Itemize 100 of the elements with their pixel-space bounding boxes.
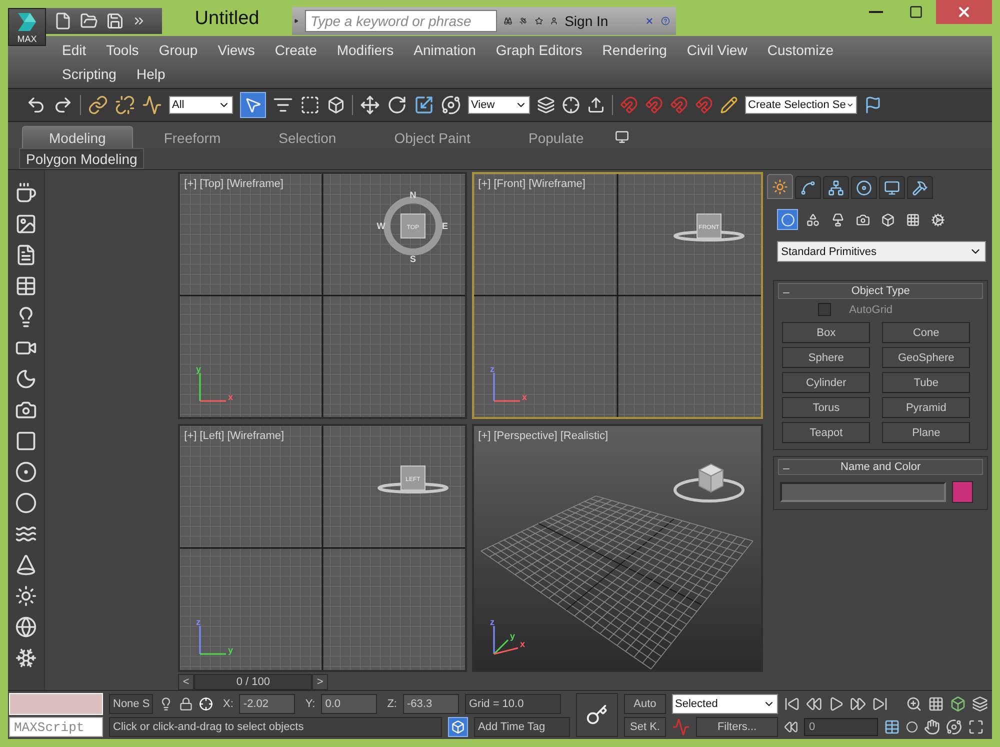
app-menu-button[interactable]: MAX [8,8,46,46]
maximize-viewport-icon[interactable] [968,718,984,734]
menu-item[interactable]: Group [148,40,208,60]
go-to-end-icon[interactable] [872,696,888,712]
menu-item[interactable]: Rendering [592,40,677,60]
menu-item[interactable]: Scripting [52,64,126,84]
close-button[interactable] [936,0,992,24]
scale-icon[interactable] [414,95,434,115]
ribbon-toggle-icon[interactable] [614,130,629,144]
next-frame-icon[interactable] [850,696,866,712]
viewport[interactable]: [+] [Perspective] [Realistic] z y x [472,424,764,672]
sun-icon[interactable] [14,585,37,607]
ribbon-tab[interactable]: Object Paint [367,126,498,148]
new-file-icon[interactable] [54,12,72,30]
viewport-label[interactable]: [+] [Top] [Wireframe] [184,178,284,190]
panel-tab[interactable] [851,176,878,199]
snowflake-icon[interactable] [14,647,37,669]
primitive-button[interactable]: Torus [782,397,870,418]
primitive-button[interactable]: Teapot [782,422,870,443]
unlink-icon[interactable] [115,95,135,115]
primitive-button[interactable]: Sphere [782,347,870,368]
collapse-toggle[interactable]: _ [783,282,790,294]
set-key-button[interactable] [576,693,618,737]
moon-icon[interactable] [14,368,37,390]
ribbon-tab[interactable]: Selection [252,126,364,148]
open-folder-icon[interactable] [80,12,98,30]
lock-icon[interactable] [179,696,193,710]
auto-key-button[interactable]: Auto [624,694,666,714]
compass-ring[interactable] [378,482,449,494]
panel-tab[interactable] [907,176,934,199]
menu-item[interactable]: Edit [52,40,96,60]
primitive-button[interactable]: Tube [882,372,970,393]
menu-item[interactable]: Modifiers [326,40,404,60]
redo-icon[interactable] [53,95,73,115]
coordinate-field[interactable]: 0.0 [321,694,378,714]
circle-icon[interactable] [14,492,37,514]
menu-item[interactable]: Customize [757,40,844,60]
reference-coordinate-dropdown[interactable]: View [468,96,530,114]
menu-item[interactable]: Civil View [676,40,758,60]
current-frame-field[interactable]: 0 [804,718,878,736]
viewport-label[interactable]: [+] [Front] [Wireframe] [478,178,586,190]
zoom-icon[interactable] [906,696,922,712]
primitive-button[interactable]: Plane [882,422,970,443]
move-icon[interactable] [360,95,380,115]
menu-item[interactable]: Animation [404,40,486,60]
set-key-mode-button[interactable]: Set K. [624,716,666,736]
named-selection-dropdown[interactable]: Create Selection Se [745,96,857,114]
camera-icon[interactable] [14,399,37,421]
key-filter-dropdown[interactable]: Selected [672,694,778,714]
listener-field[interactable] [9,693,103,715]
menu-item[interactable]: Help [126,64,176,84]
menu-item[interactable]: Graph Editors [486,40,592,60]
lightbulb-icon[interactable] [159,696,173,710]
cone-icon[interactable] [14,554,37,576]
next-frame-button[interactable]: > [312,674,328,690]
name-field[interactable] [780,482,946,502]
category-dropdown[interactable]: Standard Primitives [777,241,986,262]
sign-in-link[interactable]: Sign In [564,13,608,29]
pan-icon[interactable] [924,718,940,734]
view-cube[interactable] [698,463,724,493]
orbit-icon[interactable] [946,718,962,734]
table-icon[interactable] [14,275,37,297]
panel-tab[interactable] [767,174,794,199]
menu-item[interactable]: Views [208,40,265,60]
sphere-icon[interactable] [14,616,37,638]
coordinate-field[interactable]: -63.3 [402,694,459,714]
maxscript-field[interactable]: MAXScript [9,717,103,737]
panel-tab[interactable] [795,176,822,199]
go-to-start-icon[interactable] [784,696,800,712]
play-icon[interactable] [828,696,844,712]
search-field[interactable]: Type a keyword or phrase [305,10,498,32]
region-select-icon[interactable] [300,95,320,115]
coordinate-field[interactable]: -2.02 [239,694,296,714]
primitive-button[interactable]: Box [782,322,870,343]
save-icon[interactable] [106,12,124,30]
square-icon[interactable] [14,430,37,452]
time-tag-field[interactable]: Add Time Tag [474,716,570,736]
rollout-header[interactable]: _ Name and Color [778,459,983,475]
collapse-toggle[interactable]: _ [783,458,790,470]
ribbon-tab[interactable]: Modeling [22,126,133,148]
expand-icon[interactable] [294,16,298,26]
previous-frame-button[interactable]: < [178,674,194,690]
primitive-button[interactable]: Cylinder [782,372,870,393]
image-icon[interactable] [14,213,37,235]
panel-tab[interactable] [879,176,906,199]
compass-ring[interactable] [674,478,745,502]
ribbon-panel-button[interactable]: Polygon Modeling [19,148,144,169]
primitive-button[interactable]: Pyramid [882,397,970,418]
color-swatch[interactable] [952,481,974,503]
compass-ring[interactable] [674,230,745,242]
edit-selection-icon[interactable] [720,96,738,114]
primitive-button[interactable]: Cone [882,322,970,343]
rotate-icon[interactable] [387,95,407,115]
selection-mode-button[interactable] [448,716,468,736]
panel-tab[interactable] [823,176,850,199]
menu-item[interactable]: Tools [96,40,149,60]
undo-icon[interactable] [26,95,46,115]
primitive-button[interactable]: GeoSphere [882,347,970,368]
menu-item[interactable]: Create [264,40,327,60]
select-object-button[interactable] [240,92,266,118]
